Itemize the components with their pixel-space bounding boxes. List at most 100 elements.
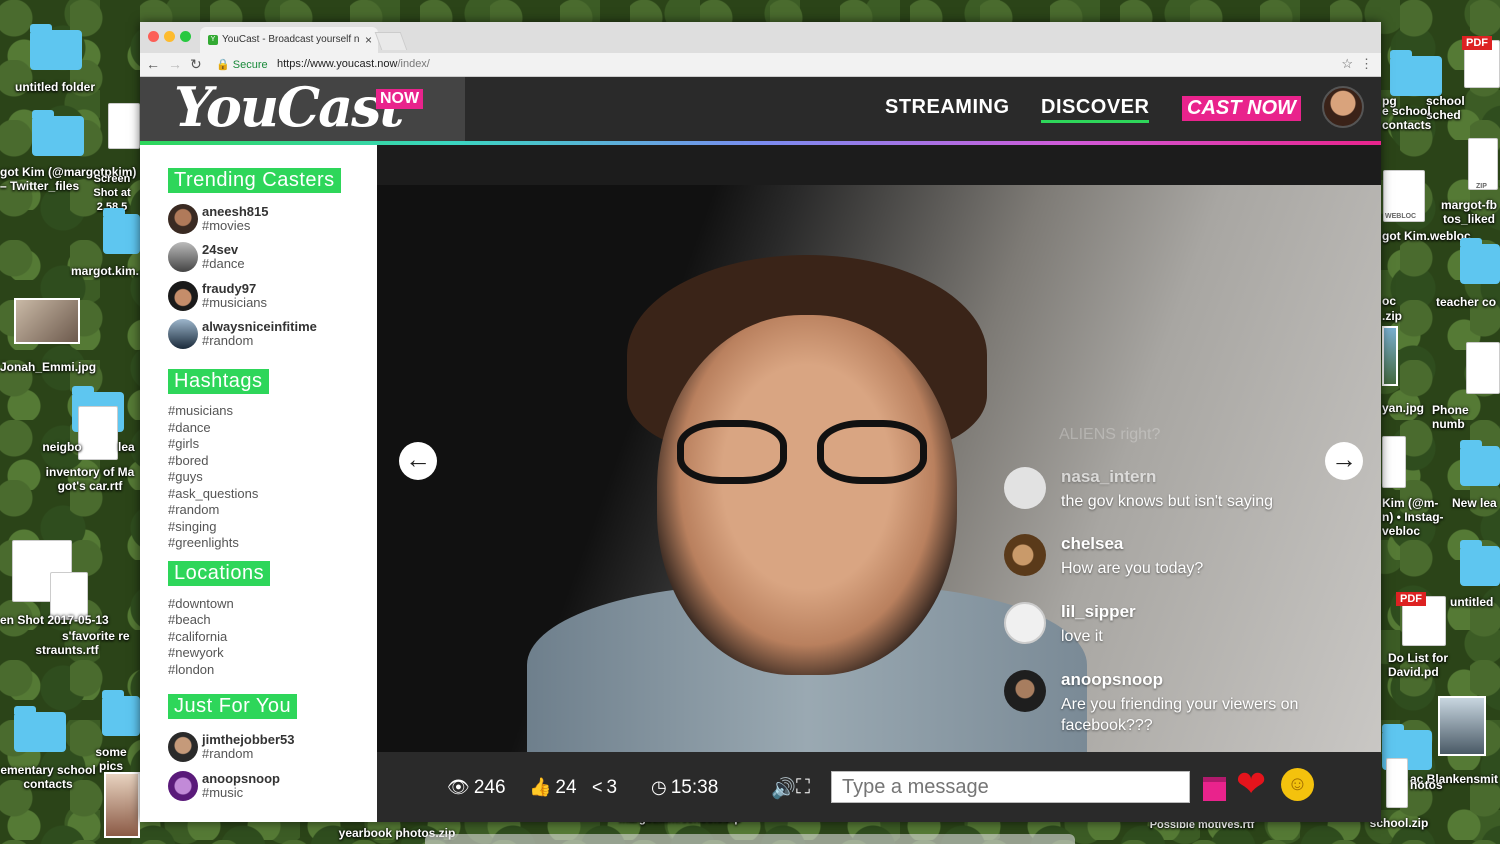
chat-username[interactable]: lil_sipper	[1061, 602, 1136, 622]
hashtag-link[interactable]: #dance	[168, 420, 211, 435]
desktop-icon-label[interactable]: e school contacts	[1382, 104, 1482, 132]
desktop-icon-label[interactable]: yan.jpg	[1382, 401, 1424, 415]
hashtag-link[interactable]: #girls	[168, 436, 199, 451]
secure-label: Secure	[232, 59, 268, 71]
volume-icon[interactable]: 🔊	[771, 776, 796, 801]
desktop-icon-label[interactable]: notos	[1410, 778, 1450, 792]
image-thumbnail[interactable]	[1382, 326, 1398, 386]
reload-icon[interactable]: ↻	[190, 56, 202, 73]
emoji-icon[interactable]: ☺	[1281, 768, 1314, 801]
desktop-icon-label[interactable]: straunts.rtf	[20, 643, 114, 657]
video-stream[interactable]: ALIENS right? nasa_intern the gov knows …	[377, 145, 1381, 752]
document-icon[interactable]	[1466, 342, 1500, 394]
desktop-icon-label[interactable]: Jonah_Emmi.jpg	[0, 360, 96, 374]
image-thumbnail[interactable]	[1438, 696, 1486, 756]
desktop-icon-label[interactable]: New lea	[1452, 496, 1500, 510]
chat-username[interactable]: nasa_intern	[1061, 467, 1156, 487]
logo-area: YouCast NOW	[140, 75, 465, 141]
bookmark-star-icon[interactable]: ☆	[1341, 56, 1353, 72]
location-link[interactable]: #downtown	[168, 596, 234, 611]
document-icon[interactable]	[78, 406, 118, 460]
folder-icon[interactable]	[30, 24, 82, 70]
folder-icon[interactable]	[103, 208, 140, 254]
desktop-icon-label[interactable]: untitled	[1450, 595, 1500, 609]
secure-indicator[interactable]: 🔒 Secure	[216, 58, 268, 71]
chat-text: Are you friending your viewers on facebo…	[1061, 696, 1299, 734]
previous-stream-arrow-icon[interactable]: ←	[399, 442, 437, 480]
desktop-icon-label[interactable]: en Shot 2017-05-13	[0, 613, 118, 627]
desktop-icon-label[interactable]: Phone numb	[1432, 403, 1500, 431]
hashtag-link[interactable]: #singing	[168, 519, 216, 534]
chat-username[interactable]: anoopsnoop	[1061, 670, 1163, 690]
site-logo[interactable]: YouCast	[174, 75, 404, 139]
desktop-icon-label[interactable]: Kim (@m- n) • Instag- vebloc	[1382, 496, 1450, 538]
fullscreen-icon[interactable]: ⛶	[796, 776, 810, 799]
hashtag-link[interactable]: #guys	[168, 469, 203, 484]
heart-icon[interactable]: ❤	[1236, 766, 1266, 802]
location-link[interactable]: #beach	[168, 612, 211, 627]
message-input[interactable]	[831, 771, 1190, 803]
location-link[interactable]: #london	[168, 662, 214, 677]
desktop-icon-label[interactable]: untitled folder	[8, 80, 102, 94]
url-base: https://www.youcast.now	[277, 58, 398, 70]
desktop-icon-label[interactable]: ementary school contacts	[0, 763, 96, 791]
close-window-button[interactable]	[148, 31, 159, 42]
stream-duration: ◷ 15:38	[651, 777, 718, 799]
maximize-window-button[interactable]	[180, 31, 191, 42]
desktop-icon-label[interactable]: margot.kim.	[70, 264, 140, 278]
like-count-value: 24	[555, 777, 577, 798]
url-field[interactable]: https://www.youcast.now/index/	[277, 58, 430, 70]
next-stream-arrow-icon[interactable]: →	[1325, 442, 1363, 480]
desktop-icon-label[interactable]: s'favorite re	[62, 629, 140, 643]
user-avatar[interactable]	[1322, 86, 1364, 128]
folder-icon[interactable]	[1460, 238, 1500, 284]
browser-tab[interactable]: Y YouCast - Broadcast yourself n ×	[200, 27, 378, 53]
video-subject-face	[657, 315, 957, 675]
location-link[interactable]: #newyork	[168, 645, 224, 660]
chat-username[interactable]: chelsea	[1061, 534, 1123, 554]
desktop-icon-label[interactable]: margot-fb tos_liked	[1438, 198, 1500, 226]
cast-now-button[interactable]: CAST NOW	[1182, 96, 1301, 121]
hashtag-link[interactable]: #random	[168, 502, 219, 517]
avatar	[168, 281, 198, 311]
pdf-badge: PDF	[1396, 592, 1426, 606]
zip-archive-icon[interactable]	[1386, 758, 1408, 808]
dock[interactable]	[425, 834, 1075, 844]
desktop-icon-label[interactable]: Do List for David.pd	[1388, 651, 1500, 679]
webloc-icon[interactable]	[1382, 436, 1406, 488]
desktop-icon-label[interactable]: teacher co	[1436, 295, 1500, 309]
new-tab-button[interactable]	[374, 32, 408, 50]
desktop-icon-label[interactable]: .zip	[1382, 309, 1412, 323]
forward-icon[interactable]: →	[168, 56, 182, 72]
minimize-window-button[interactable]	[164, 31, 175, 42]
document-icon[interactable]	[108, 103, 140, 149]
share-count[interactable]: <3	[592, 777, 617, 799]
hashtag-link[interactable]: #musicians	[168, 403, 233, 418]
gift-icon[interactable]	[1203, 777, 1226, 801]
folder-icon[interactable]	[1460, 540, 1500, 586]
folder-icon[interactable]	[1390, 50, 1442, 96]
back-icon[interactable]: ←	[146, 56, 160, 72]
nav-streaming[interactable]: STREAMING	[885, 96, 1010, 119]
menu-kebab-icon[interactable]: ⋮	[1360, 56, 1373, 72]
location-link[interactable]: #california	[168, 629, 227, 644]
hashtag-link[interactable]: #bored	[168, 453, 208, 468]
folder-icon[interactable]	[14, 706, 66, 752]
caster-username: fraudy97	[202, 281, 257, 296]
folder-icon[interactable]	[102, 690, 140, 736]
hashtag-link[interactable]: #ask_questions	[168, 486, 258, 501]
caster-tag: #random	[202, 333, 254, 348]
folder-icon[interactable]	[32, 110, 84, 156]
hashtag-link[interactable]: #greenlights	[168, 535, 239, 550]
close-tab-icon[interactable]: ×	[365, 33, 372, 47]
image-thumbnail[interactable]	[104, 772, 140, 838]
nav-discover[interactable]: DISCOVER	[1041, 96, 1150, 123]
like-count[interactable]: 👍 24	[529, 777, 577, 799]
desktop-icon-label[interactable]: lea	[118, 440, 140, 454]
image-thumbnail[interactable]	[14, 298, 80, 344]
desktop-icon-label[interactable]: inventory of Ma got's car.rtf	[40, 465, 140, 493]
desktop-icon-label[interactable]: neigbo	[42, 440, 82, 454]
folder-icon[interactable]	[1460, 440, 1500, 486]
desktop-icon-label[interactable]: oc	[1382, 294, 1402, 308]
avatar	[168, 732, 198, 762]
